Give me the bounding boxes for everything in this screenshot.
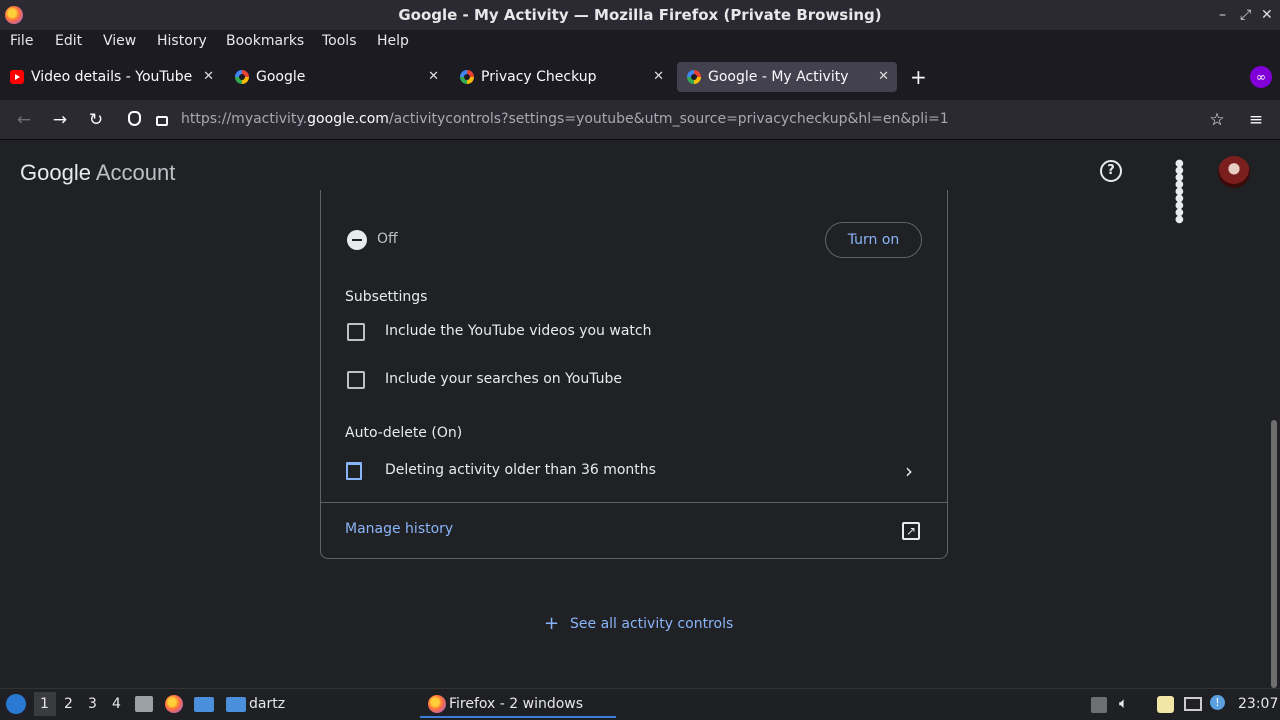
card-divider xyxy=(321,502,947,503)
close-tab-icon[interactable]: ✕ xyxy=(878,62,889,92)
reload-button[interactable]: ↻ xyxy=(84,108,108,132)
firefox-launcher-icon[interactable] xyxy=(165,695,183,713)
desktop-launcher-icon[interactable] xyxy=(194,697,214,712)
tab-label: Video details - YouTube Studio xyxy=(31,69,196,85)
shield-icon[interactable] xyxy=(128,111,141,126)
see-all-label: See all activity controls xyxy=(570,616,734,632)
tab-my-activity[interactable]: Google - My Activity ✕ xyxy=(677,62,897,92)
chevron-right-icon: › xyxy=(905,459,913,483)
menu-edit[interactable]: Edit xyxy=(55,33,82,49)
avatar[interactable] xyxy=(1218,156,1250,188)
google-icon xyxy=(687,70,701,84)
menu-tools[interactable]: Tools xyxy=(322,33,357,49)
google-icon xyxy=(460,70,474,84)
terminal-launcher-icon[interactable] xyxy=(135,696,153,712)
subsettings-heading: Subsettings xyxy=(345,289,428,305)
new-tab-button[interactable]: + xyxy=(910,65,927,89)
status-text: Off xyxy=(377,231,398,247)
clock[interactable]: 23:07 xyxy=(1238,696,1278,712)
firefox-task-label[interactable]: Firefox - 2 windows xyxy=(449,696,583,712)
close-tab-icon[interactable]: ✕ xyxy=(203,62,214,92)
tab-label: Google xyxy=(256,69,306,85)
scrollbar-thumb[interactable] xyxy=(1271,420,1277,688)
app-menu-icon[interactable]: ≡ xyxy=(1244,108,1268,132)
bookmark-star-icon[interactable]: ☆ xyxy=(1205,108,1229,132)
auto-delete-icon xyxy=(346,462,362,480)
off-status-icon xyxy=(347,230,367,250)
start-menu-icon[interactable] xyxy=(6,694,26,714)
logo-google-text: Google xyxy=(20,160,91,185)
close-tab-icon[interactable]: ✕ xyxy=(428,62,439,92)
firefox-task-icon xyxy=(428,695,446,713)
system-taskbar: 1 2 3 4 dartz Firefox - 2 windows 🔈︎ ! 2… xyxy=(0,688,1280,720)
volume-icon[interactable]: 🔈︎ xyxy=(1119,694,1128,712)
tab-label: Google - My Activity xyxy=(708,69,849,85)
firefox-logo-icon xyxy=(5,6,23,24)
private-browsing-icon: ∞ xyxy=(1250,66,1272,88)
workspace-4[interactable]: 4 xyxy=(112,696,121,712)
url-suffix: /activitycontrols?settings=youtube&utm_s… xyxy=(388,111,949,127)
see-all-activity-controls[interactable]: + See all activity controls xyxy=(544,613,734,636)
autodelete-heading: Auto-delete (On) xyxy=(345,425,463,441)
close-window-button[interactable]: ✕ xyxy=(1261,0,1273,30)
workspace-1[interactable]: 1 xyxy=(40,696,49,712)
google-icon xyxy=(235,70,249,84)
workspace-2[interactable]: 2 xyxy=(64,696,73,712)
tab-privacy-checkup[interactable]: Privacy Checkup ✕ xyxy=(450,62,672,92)
youtube-icon xyxy=(10,70,24,84)
youtube-searches-checkbox[interactable] xyxy=(347,371,365,389)
youtube-searches-label[interactable]: Include your searches on YouTube xyxy=(385,371,622,387)
lock-icon[interactable] xyxy=(156,116,168,126)
page-scrollbar[interactable] xyxy=(1268,204,1280,688)
tab-bar: Video details - YouTube Studio ✕ Google … xyxy=(0,54,1280,100)
network-icon[interactable] xyxy=(1184,697,1202,711)
url-bar[interactable]: https://myactivity.google.com/activityco… xyxy=(181,111,949,127)
url-prefix: https://myactivity. xyxy=(181,111,308,127)
menu-help[interactable]: Help xyxy=(377,33,409,49)
google-account-logo[interactable]: Google Account xyxy=(20,160,175,186)
manage-history-link[interactable]: Manage history xyxy=(345,521,453,537)
tab-label: Privacy Checkup xyxy=(481,69,597,85)
forward-button[interactable]: → xyxy=(48,108,72,132)
autodelete-row[interactable]: Deleting activity older than 36 months › xyxy=(340,450,930,494)
apps-grid-icon[interactable]: ● ● ● ● ● ● ● ● ● xyxy=(1175,159,1197,225)
turn-on-button[interactable]: Turn on xyxy=(825,222,922,258)
youtube-videos-checkbox[interactable] xyxy=(347,323,365,341)
menu-bookmarks[interactable]: Bookmarks xyxy=(226,33,304,49)
url-domain: google.com xyxy=(307,111,389,127)
window-title: Google - My Activity — Mozilla Firefox (… xyxy=(398,6,882,24)
notes-icon[interactable] xyxy=(1157,696,1174,713)
minimize-button[interactable]: – xyxy=(1219,0,1226,30)
logo-account-text: Account xyxy=(95,160,176,185)
plus-icon: + xyxy=(544,613,560,634)
window-titlebar: Google - My Activity — Mozilla Firefox (… xyxy=(0,0,1280,30)
page-content: Google Account ? ● ● ● ● ● ● ● ● ● Off Tur… xyxy=(0,140,1280,688)
tray-arrow-icon[interactable] xyxy=(1091,697,1107,713)
menu-history[interactable]: History xyxy=(157,33,207,49)
close-tab-icon[interactable]: ✕ xyxy=(653,62,664,92)
back-button[interactable]: ← xyxy=(12,108,36,132)
workspace-3[interactable]: 3 xyxy=(88,696,97,712)
youtube-videos-label[interactable]: Include the YouTube videos you watch xyxy=(385,323,651,339)
menu-bar: File Edit View History Bookmarks Tools H… xyxy=(0,30,1280,54)
updates-icon[interactable]: ! xyxy=(1210,695,1225,710)
folder-icon xyxy=(226,697,246,712)
open-in-new-icon[interactable]: ↗ xyxy=(902,522,920,540)
menu-view[interactable]: View xyxy=(103,33,136,49)
menu-file[interactable]: File xyxy=(10,33,33,49)
help-icon[interactable]: ? xyxy=(1100,160,1122,182)
tab-google[interactable]: Google ✕ xyxy=(225,62,447,92)
tab-video-details[interactable]: Video details - YouTube Studio ✕ xyxy=(0,62,222,92)
folder-dartz-label[interactable]: dartz xyxy=(249,696,285,712)
maximize-button[interactable]: ⤢ xyxy=(1240,0,1251,30)
autodelete-detail: Deleting activity older than 36 months xyxy=(385,462,656,478)
navigation-toolbar: ← → ↻ https://myactivity.google.com/acti… xyxy=(0,100,1280,140)
